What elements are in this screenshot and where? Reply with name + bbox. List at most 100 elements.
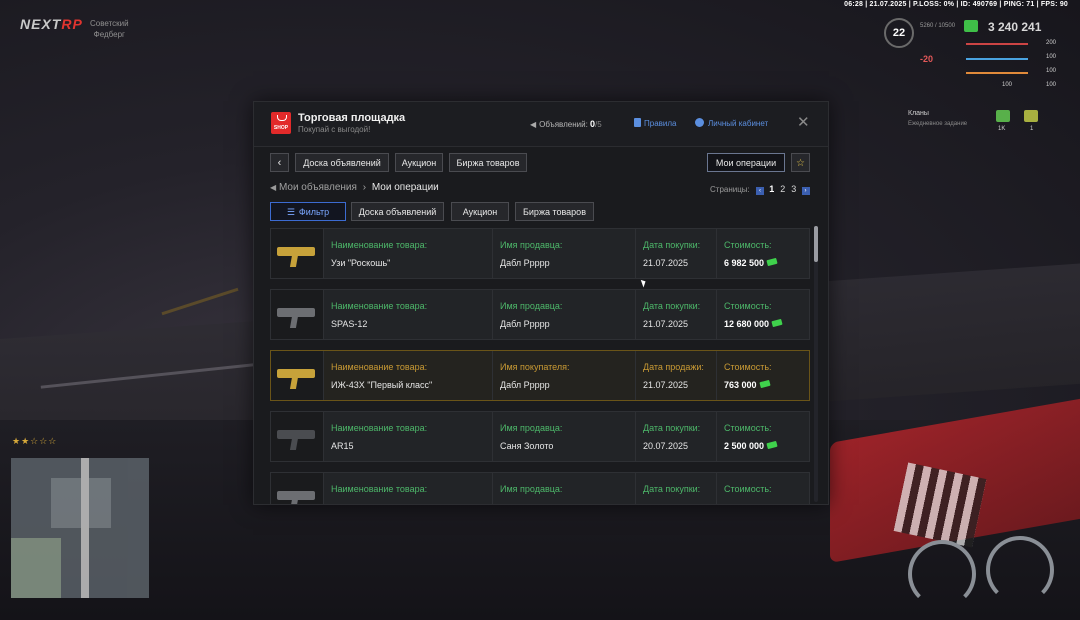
price-label: Стоимость: bbox=[724, 362, 772, 372]
item-name: AR15 bbox=[331, 441, 354, 451]
ads-limit: /5 bbox=[595, 120, 602, 129]
scene-road-line bbox=[161, 287, 239, 316]
cash-icon bbox=[771, 318, 783, 328]
level-badge: 22 bbox=[884, 18, 914, 48]
megaphone-icon: ◀ bbox=[270, 183, 277, 192]
weapon-icon bbox=[277, 491, 315, 504]
page-button[interactable]: 2 bbox=[780, 184, 785, 194]
tab-auction[interactable]: Аукцион bbox=[395, 153, 443, 172]
item-name-label: Наименование товара: bbox=[331, 240, 428, 250]
filter-auction[interactable]: Аукцион bbox=[451, 202, 509, 221]
ads-label: Объявлений: bbox=[539, 120, 588, 129]
cash-icon bbox=[758, 379, 771, 389]
price-label: Стоимость: bbox=[724, 484, 772, 494]
party-label: Имя продавца: bbox=[500, 240, 563, 250]
hp-bar bbox=[966, 43, 1028, 45]
filter-button[interactable]: ☰ Фильтр bbox=[270, 202, 346, 221]
party-name: Дабл Ррррр bbox=[500, 319, 550, 329]
weapon-grip bbox=[289, 255, 299, 267]
map-road bbox=[81, 458, 89, 598]
cash-icon bbox=[766, 440, 778, 450]
stat-value: 100 bbox=[1002, 82, 1013, 88]
column-divider bbox=[492, 412, 493, 461]
scrollbar-thumb[interactable] bbox=[814, 226, 818, 262]
party-label: Имя продавца: bbox=[500, 484, 563, 494]
column-divider bbox=[492, 229, 493, 278]
price-value: 12 680 000 bbox=[724, 318, 783, 329]
operations-list[interactable]: Наименование товара: Узи "Роскошь" Имя про… bbox=[270, 228, 812, 504]
column-divider bbox=[492, 290, 493, 339]
operation-row[interactable]: Наименование товара: Имя продавца: Дата по… bbox=[270, 472, 810, 504]
weapon-grip bbox=[289, 377, 299, 389]
item-name: ИЖ-43Х "Первый класс" bbox=[331, 380, 433, 390]
window-title: Торговая площадка bbox=[298, 112, 406, 124]
next-page-button[interactable]: › bbox=[801, 187, 810, 195]
back-button[interactable]: ‹ bbox=[270, 153, 289, 172]
scrollbar[interactable] bbox=[814, 226, 818, 502]
weapon-icon bbox=[277, 369, 315, 389]
pagination: Страницы: ‹ 123 › bbox=[710, 184, 810, 195]
operation-date: 21.07.2025 bbox=[643, 380, 689, 390]
cabinet-link[interactable]: Личный кабинет bbox=[695, 118, 768, 128]
rules-link[interactable]: Правила bbox=[634, 118, 676, 128]
column-divider bbox=[635, 473, 636, 504]
cash-icon bbox=[996, 110, 1010, 122]
breadcrumb-root[interactable]: Мои объявления bbox=[279, 182, 357, 193]
page-button[interactable]: 3 bbox=[791, 184, 796, 194]
weapon-grip bbox=[289, 438, 299, 450]
rules-label: Правила bbox=[644, 119, 677, 128]
item-name-label: Наименование товара: bbox=[331, 423, 428, 433]
operation-date: 21.07.2025 bbox=[643, 319, 689, 329]
star-icon: ☆ bbox=[796, 158, 805, 169]
item-name-label: Наименование товара: bbox=[331, 301, 428, 311]
column-divider bbox=[492, 351, 493, 400]
price-value: 6 982 500 bbox=[724, 257, 778, 268]
item-name-label: Наименование товара: bbox=[331, 484, 428, 494]
item-name: SPAS-12 bbox=[331, 319, 368, 329]
cash-icon bbox=[964, 20, 978, 32]
district-name: Советский bbox=[90, 19, 129, 28]
column-divider bbox=[635, 351, 636, 400]
filter-icon: ☰ bbox=[286, 207, 295, 217]
operation-row[interactable]: Наименование товара: SPAS-12 Имя продавца:… bbox=[270, 289, 810, 340]
breadcrumb-separator: › bbox=[362, 182, 367, 193]
party-label: Имя покупателя: bbox=[500, 362, 570, 372]
item-thumbnail bbox=[271, 351, 324, 400]
operation-row[interactable]: Наименование товара: AR15 Имя продавца: Сан… bbox=[270, 411, 810, 462]
operation-row[interactable]: Наименование товара: Узи "Роскошь" Имя про… bbox=[270, 228, 810, 279]
map-block bbox=[11, 538, 61, 598]
prev-page-button[interactable]: ‹ bbox=[756, 187, 765, 195]
xp-counter: 5260 / 10500 bbox=[920, 23, 956, 29]
price-amount: 12 680 000 bbox=[724, 319, 770, 329]
filter-board[interactable]: Доска объявлений bbox=[351, 202, 444, 221]
page-button[interactable]: 1 bbox=[769, 184, 774, 194]
minimap bbox=[11, 458, 149, 598]
pagination-label: Страницы: bbox=[710, 185, 750, 194]
operation-date: 21.07.2025 bbox=[643, 258, 689, 268]
party-name: Дабл Ррррр bbox=[500, 258, 550, 268]
column-divider bbox=[716, 290, 717, 339]
column-divider bbox=[716, 412, 717, 461]
weapon-grip bbox=[289, 316, 299, 328]
megaphone-icon: ◀ bbox=[530, 120, 537, 129]
wanted-stars: ★★☆☆☆ bbox=[12, 436, 58, 446]
breadcrumb: ◀ Мои объявления › Мои операции bbox=[270, 182, 439, 193]
status-bar: 06:28 | 21.07.2025 | P.LOSS: 0% | ID: 49… bbox=[844, 1, 1068, 8]
filter-exchange[interactable]: Биржа товаров bbox=[515, 202, 594, 221]
ads-counter: ◀ Объявлений: 0/5 bbox=[530, 119, 602, 129]
column-divider bbox=[492, 473, 493, 504]
column-divider bbox=[716, 473, 717, 504]
bag-icon bbox=[277, 115, 287, 121]
close-button[interactable]: ✕ bbox=[797, 115, 810, 130]
my-operations-button[interactable]: Мои операции bbox=[707, 153, 785, 172]
health-delta: -20 bbox=[920, 54, 934, 64]
operation-row[interactable]: Наименование товара: ИЖ-43Х "Первый класс… bbox=[270, 350, 810, 401]
tab-board[interactable]: Доска объявлений bbox=[295, 153, 389, 172]
clans-widget[interactable]: Кланы Ежедневное задание bbox=[908, 109, 967, 129]
date-label: Дата покупки: bbox=[643, 240, 701, 250]
column-divider bbox=[716, 229, 717, 278]
clan-reward: 1 bbox=[1030, 126, 1034, 132]
stat-value: 100 bbox=[1046, 82, 1057, 88]
tab-exchange[interactable]: Биржа товаров bbox=[449, 153, 527, 172]
favorites-button[interactable]: ☆ bbox=[791, 153, 810, 172]
